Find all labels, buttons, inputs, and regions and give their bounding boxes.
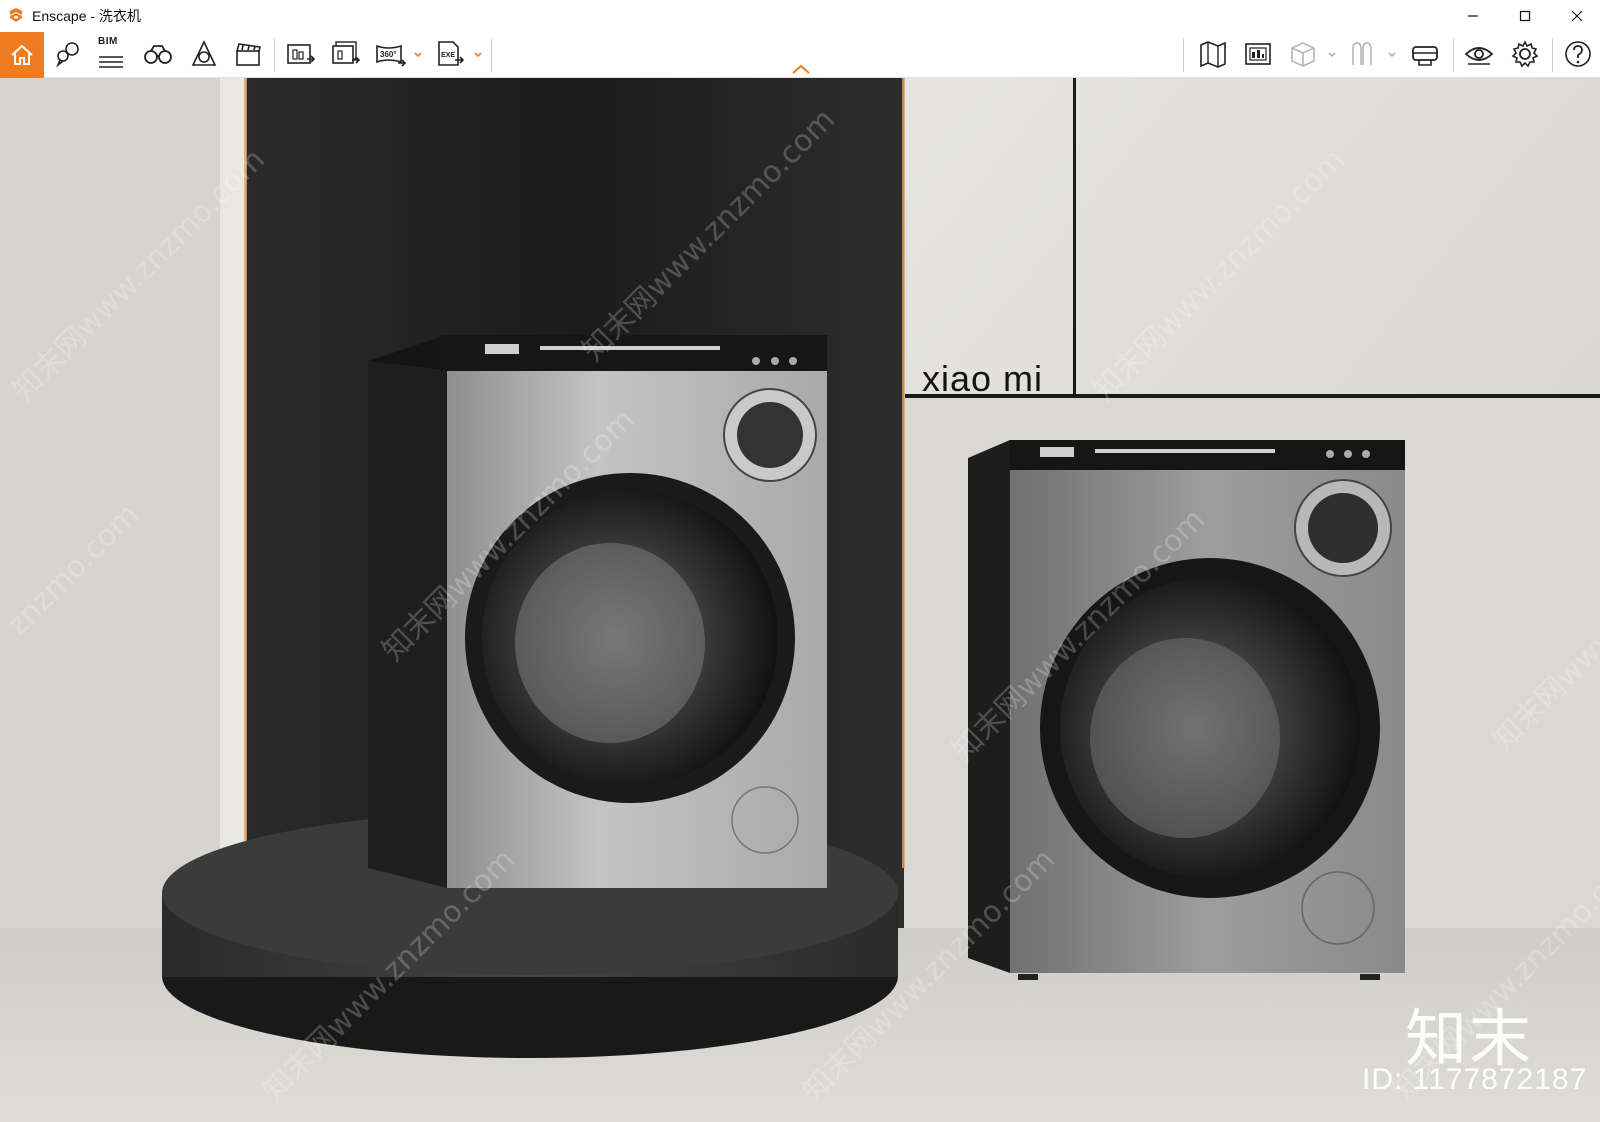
chevron-down-icon [1388,52,1396,58]
bim-mode-button[interactable]: BIM [91,34,131,74]
asset-library-icon [191,40,217,66]
washer-left [368,335,827,888]
toolbar-separator [1453,38,1454,72]
enscape-logo-icon [8,7,24,23]
map-button[interactable] [1193,34,1233,74]
export-dropdown[interactable] [472,48,484,60]
vr-headset-button[interactable] [1342,34,1382,74]
gear-icon [1511,40,1539,68]
chevron-down-icon [474,52,482,58]
walk-mode-button[interactable] [138,34,178,74]
chevron-down-icon [1328,52,1336,58]
maximize-icon [1519,10,1531,22]
washer-right [968,440,1405,980]
toolbar-separator [491,38,492,72]
visual-settings-icon [1245,43,1271,65]
asset-library-button[interactable] [184,34,224,74]
visual-settings-button[interactable] [1238,34,1278,74]
panorama-button[interactable]: 360° [371,34,411,74]
toolbar-separator [274,38,275,72]
cube-view-dropdown[interactable] [1326,48,1338,60]
watermark-id: ID: 1177872187 [1362,1063,1588,1096]
screenshot-icon [287,44,316,64]
vr-dropdown[interactable] [1386,48,1398,60]
settings-button[interactable] [1505,34,1545,74]
minimize-icon [1468,15,1478,17]
bim-label: BIM [98,36,118,47]
svg-text:EXE: EXE [441,52,455,59]
home-icon [11,44,33,65]
panorama-360-icon: 360° [376,44,407,67]
screenshot-button[interactable] [281,34,321,74]
exe-export-button[interactable]: EXE [430,34,470,74]
rendered-scene [0,78,1600,1122]
batch-render-icon [332,41,361,64]
close-button[interactable] [1554,0,1600,32]
help-button[interactable] [1558,34,1598,74]
chevron-down-icon [414,52,422,58]
vr-headset-icon [1352,42,1372,65]
render-viewport[interactable]: xiao mi 知末网www.znzmo.com 知末网www.znzmo.co… [0,78,1600,1122]
panorama-dropdown[interactable] [412,48,424,60]
eye-icon [1464,47,1494,65]
window-title: Enscape - 洗衣机 [32,8,141,24]
toolbar-separator [1183,38,1184,72]
close-icon [1571,10,1583,22]
cube-view-button[interactable] [1283,34,1323,74]
binoculars-icon [144,45,172,64]
brand-sign-text: xiao mi [922,358,1044,399]
video-editor-button[interactable] [228,34,268,74]
view-management-button[interactable] [48,34,88,74]
video-editor-icon [236,43,261,66]
title-bar: Enscape - 洗衣机 [0,0,1600,32]
batch-render-button[interactable] [326,34,366,74]
map-icon [1200,41,1226,68]
cube-view-icon [1291,42,1315,67]
vr-button[interactable] [1405,34,1445,74]
toolbar-separator [1552,38,1553,72]
vr-icon [1412,46,1438,66]
help-icon [1565,41,1591,67]
collapse-toolbar-button[interactable] [790,62,812,76]
chevron-up-icon [792,64,810,74]
exe-export-icon: EXE [438,41,465,66]
home-button[interactable] [0,32,44,78]
location-pin-icon [56,42,79,68]
visibility-button[interactable] [1459,34,1499,74]
minimize-button[interactable] [1450,0,1496,32]
svg-text:360°: 360° [380,50,397,59]
bim-icon [99,56,123,68]
maximize-button[interactable] [1502,0,1548,32]
